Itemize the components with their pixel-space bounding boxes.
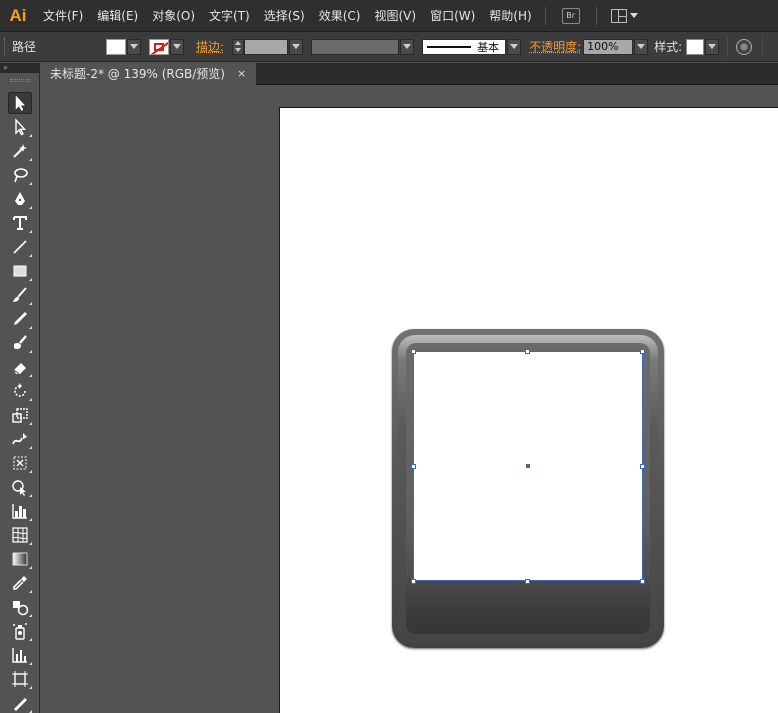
eraser-tool-icon[interactable] bbox=[8, 356, 32, 378]
variable-width-dropdown[interactable] bbox=[400, 38, 415, 55]
selection-type-label: 路径 bbox=[12, 40, 37, 54]
scale-tool-icon[interactable] bbox=[8, 404, 32, 426]
column-graph-tool-icon[interactable] bbox=[8, 500, 32, 522]
increment-icon bbox=[235, 41, 242, 45]
lasso-tool-icon[interactable] bbox=[8, 164, 32, 186]
selection-handle-bottom-left[interactable] bbox=[411, 579, 416, 584]
selection-handle-bottom-right[interactable] bbox=[640, 579, 645, 584]
gradient-tool-icon[interactable] bbox=[8, 548, 32, 570]
graphic-style-swatch[interactable] bbox=[686, 38, 705, 55]
menu-bar: Ai 文件(F) 编辑(E) 对象(O) 文字(T) 选择(S) 效果(C) 视… bbox=[0, 0, 778, 32]
mesh-tool-icon[interactable] bbox=[8, 524, 32, 546]
bridge-button[interactable]: Br bbox=[561, 7, 580, 24]
warp-tool-icon[interactable] bbox=[8, 428, 32, 450]
shape-builder-tool-icon[interactable] bbox=[8, 476, 32, 498]
chevron-down-icon bbox=[629, 13, 638, 18]
line-segment-tool-icon[interactable] bbox=[8, 236, 32, 258]
chevron-down-icon bbox=[403, 44, 412, 49]
menu-select[interactable]: 选择(S) bbox=[257, 0, 312, 32]
selection-handle-middle-right[interactable] bbox=[640, 464, 645, 469]
app-logo: Ai bbox=[9, 5, 27, 25]
selection-handle-middle-left[interactable] bbox=[411, 464, 416, 469]
control-bar: 路径 描边: 基本 不透明度: 100% 样式: bbox=[0, 32, 778, 62]
document-tab-strip: 未标题-2* @ 139% (RGB/预览) × bbox=[40, 63, 778, 85]
close-icon[interactable]: × bbox=[237, 63, 246, 85]
chevron-down-icon bbox=[510, 44, 519, 49]
selection-handle-top-center[interactable] bbox=[525, 349, 530, 354]
selection-tool-icon[interactable] bbox=[8, 92, 32, 114]
free-transform-tool-icon[interactable] bbox=[8, 452, 32, 474]
selection-handle-bottom-center[interactable] bbox=[525, 579, 530, 584]
recolor-artwork-icon[interactable] bbox=[736, 38, 753, 55]
selection-center-point bbox=[526, 464, 530, 468]
stroke-weight-spinner[interactable] bbox=[232, 38, 245, 55]
blob-brush-tool-icon[interactable] bbox=[8, 332, 32, 354]
selection-handle-top-left[interactable] bbox=[411, 349, 416, 354]
menu-effect[interactable]: 效果(C) bbox=[312, 0, 368, 32]
style-label: 样式: bbox=[654, 40, 683, 54]
slice-tool-icon[interactable] bbox=[8, 692, 32, 713]
stroke-dropdown[interactable] bbox=[170, 38, 185, 55]
direct-selection-tool-icon[interactable] bbox=[8, 116, 32, 138]
canvas-area[interactable] bbox=[41, 86, 778, 713]
selection-handle-top-right[interactable] bbox=[640, 349, 645, 354]
brush-definition-field[interactable]: 基本 bbox=[422, 38, 507, 55]
pen-tool-icon[interactable] bbox=[8, 188, 32, 210]
arrange-documents-button[interactable] bbox=[610, 8, 638, 23]
menu-help[interactable]: 帮助(H) bbox=[482, 0, 538, 32]
opacity-field[interactable]: 100% bbox=[583, 38, 634, 55]
stroke-line-icon bbox=[427, 45, 472, 48]
menu-file[interactable]: 文件(F) bbox=[36, 0, 90, 32]
magic-wand-tool-icon[interactable] bbox=[8, 140, 32, 162]
brush-definition-dropdown[interactable] bbox=[507, 38, 522, 55]
menu-divider bbox=[595, 6, 597, 25]
rotate-tool-icon[interactable] bbox=[8, 380, 32, 402]
tools-panel bbox=[0, 73, 40, 713]
menu-window[interactable]: 窗口(W) bbox=[423, 0, 482, 32]
chevron-down-icon bbox=[637, 44, 646, 49]
fill-dropdown[interactable] bbox=[127, 38, 142, 55]
frame-bottom-band bbox=[406, 579, 650, 634]
panel-grip[interactable] bbox=[4, 37, 8, 56]
document-tab[interactable]: 未标题-2* @ 139% (RGB/预览) × bbox=[40, 63, 258, 85]
control-divider bbox=[727, 35, 729, 58]
control-divider bbox=[762, 35, 764, 58]
graphic-style-dropdown[interactable] bbox=[705, 38, 720, 55]
menu-type[interactable]: 文字(T) bbox=[202, 0, 257, 32]
chevron-down-icon bbox=[173, 44, 182, 49]
brush-definition-value: 基本 bbox=[477, 40, 500, 54]
opacity-label[interactable]: 不透明度: bbox=[529, 38, 581, 55]
panel-grip[interactable] bbox=[10, 79, 30, 82]
graph-tool-icon[interactable] bbox=[8, 644, 32, 666]
stroke-label[interactable]: 描边: bbox=[196, 38, 224, 55]
variable-width-profile-field[interactable] bbox=[311, 38, 400, 55]
rectangle-tool-icon[interactable] bbox=[8, 260, 32, 282]
decrement-icon bbox=[235, 48, 242, 52]
fill-color-swatch[interactable] bbox=[106, 38, 127, 55]
eyedropper-tool-icon[interactable] bbox=[8, 572, 32, 594]
document-tab-title: 未标题-2* @ 139% (RGB/预览) bbox=[50, 67, 225, 81]
menu-divider bbox=[544, 6, 546, 25]
paintbrush-tool-icon[interactable] bbox=[8, 284, 32, 306]
menu-edit[interactable]: 编辑(E) bbox=[90, 0, 145, 32]
opacity-dropdown[interactable] bbox=[634, 38, 649, 55]
tools-panel-collapse[interactable]: » bbox=[0, 63, 40, 73]
artboard-tool-icon[interactable] bbox=[8, 668, 32, 690]
stroke-weight-dropdown[interactable] bbox=[289, 38, 304, 55]
chevron-down-icon bbox=[130, 44, 139, 49]
arrange-documents-icon bbox=[610, 8, 627, 23]
chevron-down-icon bbox=[708, 44, 717, 49]
type-tool-icon[interactable] bbox=[8, 212, 32, 234]
menu-view[interactable]: 视图(V) bbox=[367, 0, 423, 32]
symbol-sprayer-tool-icon[interactable] bbox=[8, 620, 32, 642]
menu-object[interactable]: 对象(O) bbox=[145, 0, 202, 32]
stroke-weight-field[interactable] bbox=[244, 38, 289, 55]
blend-tool-icon[interactable] bbox=[8, 596, 32, 618]
chevron-down-icon bbox=[292, 44, 301, 49]
stroke-color-swatch[interactable] bbox=[149, 38, 170, 55]
pencil-tool-icon[interactable] bbox=[8, 308, 32, 330]
